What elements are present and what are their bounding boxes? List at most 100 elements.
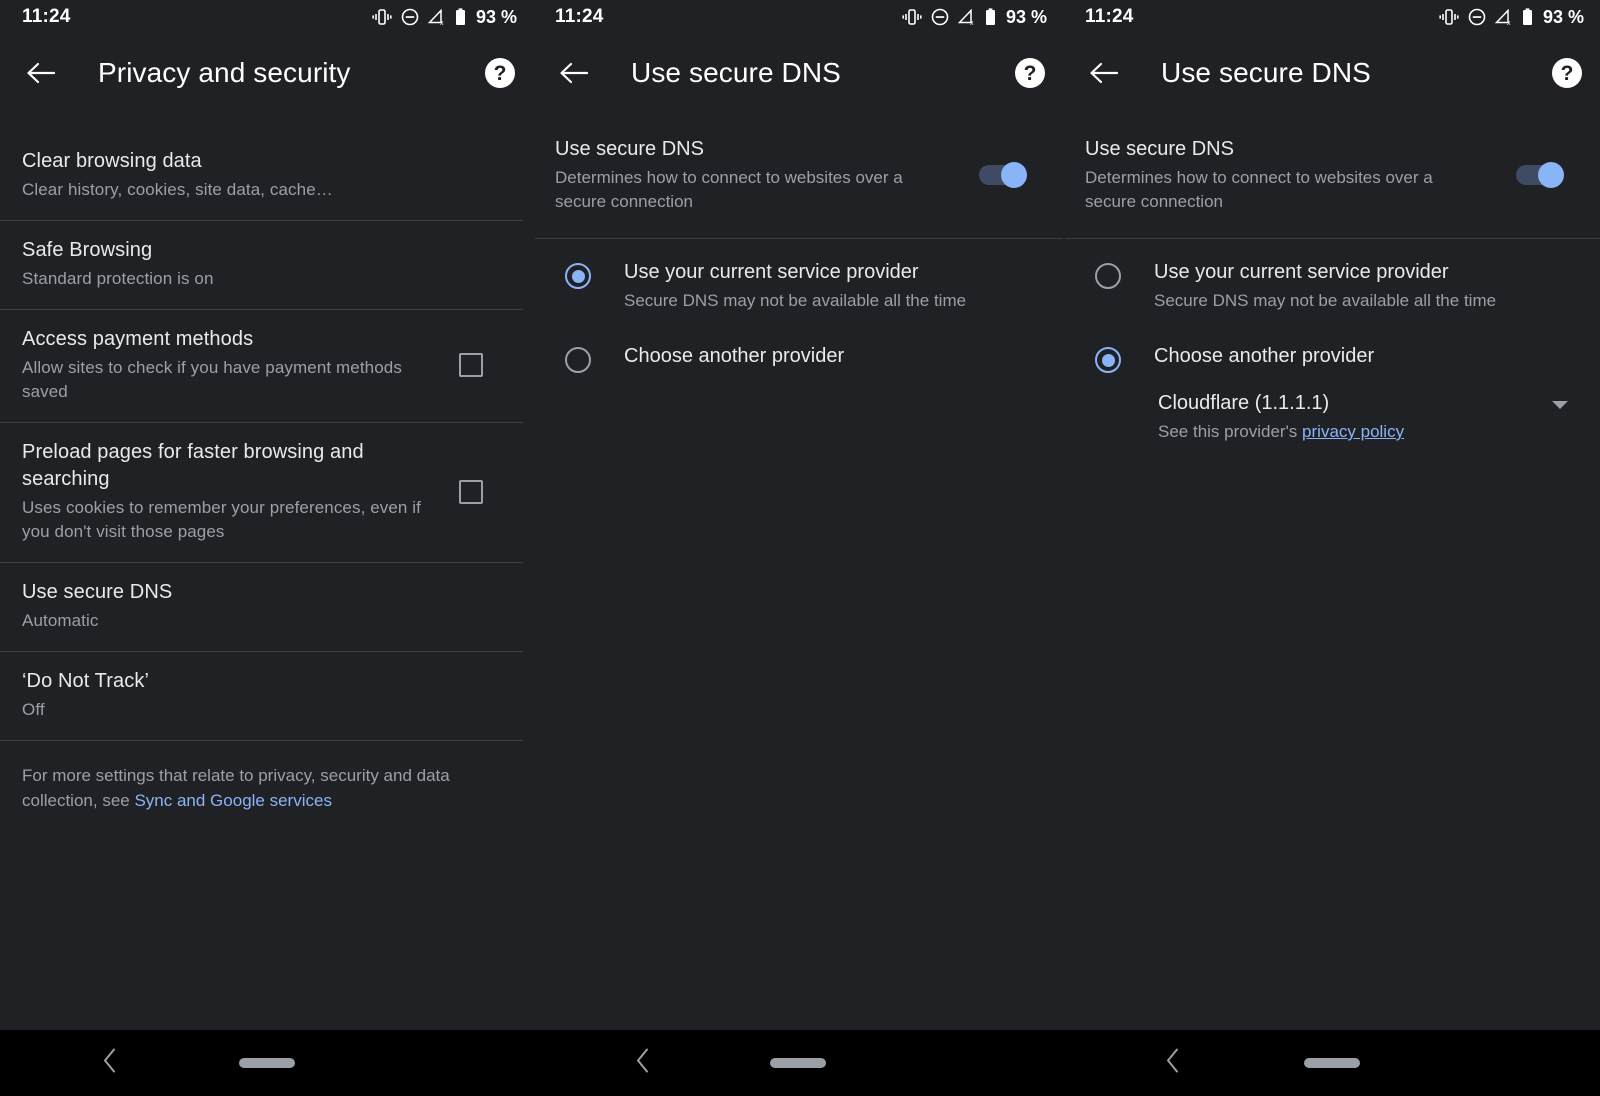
back-arrow-icon[interactable] — [555, 54, 593, 92]
provider-privacy-note-prefix: See this provider's — [1158, 422, 1303, 441]
use-secure-dns-toggle-row[interactable]: Use secure DNS Determines how to connect… — [533, 112, 1063, 238]
list-item-title: Clear browsing data — [22, 150, 202, 172]
status-icon-group: x 93 % — [1439, 7, 1584, 28]
list-item-title: ‘Do Not Track’ — [22, 670, 149, 692]
radio-option-current-service-provider[interactable]: Use your current service provider Secure… — [533, 239, 1063, 317]
status-icon-group: x 93 % — [902, 7, 1047, 28]
list-item-texts: ‘Do Not Track’ Off — [22, 668, 511, 722]
checkbox-preload-pages[interactable] — [459, 479, 483, 504]
battery-percent: 93 % — [1005, 6, 1047, 27]
radio-button[interactable] — [565, 347, 591, 373]
help-icon[interactable]: ? — [1015, 58, 1045, 88]
nav-segment — [0, 1030, 533, 1096]
status-clock: 11:24 — [22, 6, 71, 27]
page-title: Use secure DNS — [631, 57, 841, 88]
radio-option-title: Choose another provider — [1154, 345, 1375, 367]
nav-home-pill[interactable] — [1303, 1058, 1360, 1068]
vibrate-icon — [372, 9, 392, 25]
list-item-clear-browsing-data[interactable]: Clear browsing data Clear history, cooki… — [0, 132, 533, 220]
status-bar: 11:24 x 93 % — [0, 0, 533, 34]
nav-home-pill[interactable] — [238, 1058, 295, 1068]
list-item-texts: Preload pages for faster browsing and se… — [22, 439, 459, 544]
do-not-disturb-icon — [931, 8, 949, 26]
nav-home-pill[interactable] — [770, 1058, 826, 1068]
no-signal-icon: x — [957, 8, 976, 26]
provider-privacy-note: See this provider's privacy policy — [1158, 419, 1552, 444]
back-arrow-icon[interactable] — [22, 54, 60, 92]
app-bar: Privacy and security ? — [0, 34, 533, 112]
provider-spinner-row[interactable]: Cloudflare (1.1.1.1) See this provider's… — [1063, 377, 1600, 444]
checkbox-access-payment-methods[interactable] — [459, 353, 483, 377]
radio-button[interactable] — [1095, 263, 1121, 289]
nav-back-icon[interactable] — [633, 1047, 653, 1080]
vibrate-icon — [902, 9, 922, 25]
chevron-down-icon[interactable] — [1552, 401, 1568, 409]
radio-option-texts: Use your current service provider Secure… — [624, 259, 966, 313]
page-title: Privacy and security — [98, 57, 351, 88]
help-icon[interactable]: ? — [485, 58, 515, 88]
battery-percent: 93 % — [475, 6, 517, 27]
list-item-do-not-track[interactable]: ‘Do Not Track’ Off — [0, 652, 533, 740]
radio-button[interactable] — [1095, 347, 1121, 373]
svg-text:x: x — [440, 20, 444, 26]
list-item-preload-pages[interactable]: Preload pages for faster browsing and se… — [0, 423, 533, 562]
radio-option-subtitle: Secure DNS may not be available all the … — [624, 291, 967, 310]
nav-segment — [533, 1030, 1063, 1096]
list-item-texts: Access payment methods Allow sites to ch… — [22, 326, 459, 404]
radio-option-choose-another-provider[interactable]: Choose another provider — [533, 317, 1063, 377]
svg-text:x: x — [1507, 20, 1511, 26]
status-bar: 11:24 x 93 % — [1063, 0, 1600, 34]
secure-dns-toggle[interactable] — [979, 162, 1031, 188]
toggle-row-texts: Use secure DNS Determines how to connect… — [1085, 136, 1516, 214]
sync-and-google-services-link[interactable]: Sync and Google services — [134, 791, 332, 810]
help-icon[interactable]: ? — [1552, 58, 1582, 88]
list-item-use-secure-dns[interactable]: Use secure DNS Automatic — [0, 563, 533, 651]
toggle-row-subtitle: Determines how to connect to websites ov… — [1085, 168, 1433, 211]
battery-icon — [455, 8, 466, 26]
list-item-subtitle: Clear history, cookies, site data, cache… — [22, 180, 333, 199]
toggle-thumb — [1001, 162, 1027, 188]
no-signal-icon: x — [1494, 8, 1513, 26]
list-item-subtitle: Automatic — [22, 611, 99, 630]
status-clock: 11:24 — [1085, 6, 1134, 27]
do-not-disturb-icon — [401, 8, 419, 26]
toggle-row-title: Use secure DNS — [555, 138, 704, 160]
status-clock: 11:24 — [555, 6, 604, 27]
provider-spinner-value[interactable]: Cloudflare (1.1.1.1) — [1158, 389, 1552, 417]
use-secure-dns-toggle-row[interactable]: Use secure DNS Determines how to connect… — [1063, 112, 1600, 238]
radio-option-title: Use your current service provider — [624, 261, 919, 283]
status-icon-group: x 93 % — [372, 7, 517, 28]
list-item-subtitle: Uses cookies to remember your preference… — [22, 498, 422, 541]
list-item-texts: Safe Browsing Standard protection is on — [22, 237, 511, 291]
battery-icon — [1522, 8, 1533, 26]
radio-option-subtitle: Secure DNS may not be available all the … — [1154, 291, 1497, 310]
list-item-texts: Use secure DNS Automatic — [22, 579, 511, 633]
screen-use-secure-dns-current-provider: 11:24 x 93 % Use secure DNS ? Use secure… — [533, 0, 1063, 1096]
radio-option-texts: Use your current service provider Secure… — [1154, 259, 1496, 313]
radio-option-title: Choose another provider — [624, 345, 845, 367]
privacy-policy-link[interactable]: privacy policy — [1302, 422, 1404, 441]
radio-option-title: Use your current service provider — [1154, 261, 1449, 283]
app-bar: Use secure DNS ? — [1063, 34, 1600, 112]
nav-back-icon[interactable] — [1163, 1047, 1183, 1080]
list-item-access-payment-methods[interactable]: Access payment methods Allow sites to ch… — [0, 310, 533, 422]
system-navigation-bar — [0, 1030, 1600, 1096]
secure-dns-toggle[interactable] — [1516, 162, 1568, 188]
radio-option-current-service-provider[interactable]: Use your current service provider Secure… — [1063, 239, 1600, 317]
toggle-thumb — [1538, 162, 1564, 188]
screen-use-secure-dns-another-provider: 11:24 x 93 % Use secure DNS ? Use secure… — [1063, 0, 1600, 1096]
toggle-row-title: Use secure DNS — [1085, 138, 1234, 160]
battery-icon — [985, 8, 996, 26]
radio-button[interactable] — [565, 263, 591, 289]
list-item-title: Preload pages for faster browsing and se… — [22, 441, 364, 490]
battery-percent: 93 % — [1542, 6, 1584, 27]
list-item-subtitle: Allow sites to check if you have payment… — [22, 358, 402, 401]
list-item-subtitle: Off — [22, 700, 45, 719]
screen-privacy-and-security: 11:24 x 93 % Privacy and security ? Clea… — [0, 0, 533, 1096]
no-signal-icon: x — [427, 8, 446, 26]
radio-option-texts: Choose another provider — [1154, 343, 1374, 370]
radio-option-choose-another-provider[interactable]: Choose another provider — [1063, 317, 1600, 377]
list-item-safe-browsing[interactable]: Safe Browsing Standard protection is on — [0, 221, 533, 309]
nav-back-icon[interactable] — [100, 1047, 120, 1080]
back-arrow-icon[interactable] — [1085, 54, 1123, 92]
